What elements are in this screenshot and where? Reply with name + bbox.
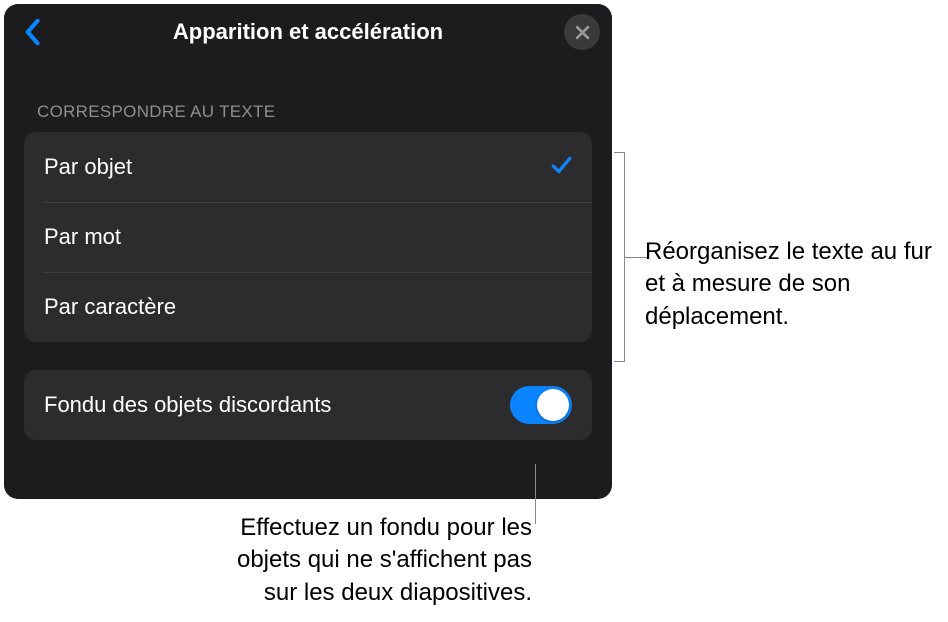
option-label: Par caractère: [44, 294, 176, 320]
close-button[interactable]: [564, 14, 600, 50]
fade-unmatched-toggle[interactable]: [510, 386, 572, 424]
settings-panel: Apparition et accélération CORRESPONDRE …: [4, 4, 612, 499]
callout-reorder-text: Réorganisez le texte au fur et à mesure …: [645, 236, 935, 333]
text-match-options: Par objet Par mot Par caractère: [24, 132, 592, 342]
option-by-object[interactable]: Par objet: [24, 132, 592, 202]
toggle-knob: [537, 389, 569, 421]
option-by-word[interactable]: Par mot: [24, 202, 592, 272]
callout-fade-objects: Effectuez un fondu pour les objets qui n…: [202, 512, 532, 609]
option-label: Par objet: [44, 154, 132, 180]
toggle-label: Fondu des objets discordants: [44, 392, 331, 418]
panel-header: Apparition et accélération: [4, 4, 612, 60]
panel-title: Apparition et accélération: [173, 19, 443, 45]
chevron-left-icon: [23, 18, 41, 46]
checkmark-icon: [550, 154, 572, 181]
fade-unmatched-toggle-row: Fondu des objets discordants: [24, 370, 592, 440]
option-by-character[interactable]: Par caractère: [24, 272, 592, 342]
section-header: CORRESPONDRE AU TEXTE: [4, 60, 612, 132]
back-button[interactable]: [16, 16, 48, 48]
option-label: Par mot: [44, 224, 121, 250]
callout-bracket: [614, 152, 634, 362]
fade-toggle-section: Fondu des objets discordants: [24, 370, 592, 440]
close-icon: [575, 25, 590, 40]
callout-line: [535, 464, 536, 524]
